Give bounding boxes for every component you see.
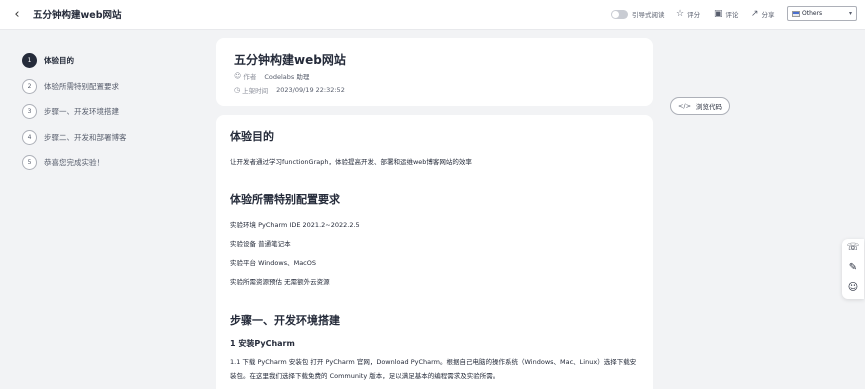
toc-label: 步骤一、开发环境搭建 — [44, 107, 119, 116]
chevron-down-icon: ▾ — [848, 10, 852, 17]
view-code-button[interactable]: </> 浏览代码 — [670, 97, 730, 115]
user-icon: ☺ — [234, 72, 242, 80]
time-meta: ◷ 上架时间 2023/09/19 22:32:52 — [234, 85, 345, 95]
toc-label: 体验所需特别配置要求 — [44, 82, 119, 91]
toggle-switch[interactable] — [611, 9, 628, 19]
toc-label: 步骤二、开发和部署博客 — [44, 133, 127, 142]
guided-reading-toggle[interactable]: 引导式阅读 — [611, 8, 665, 20]
toc-item-1[interactable]: 1 体验目的 — [22, 53, 74, 68]
toc-number: 1 — [22, 53, 37, 68]
section-title: 体验所需特别配置要求 — [230, 193, 340, 206]
view-code-label: 浏览代码 — [696, 103, 723, 111]
toc-number: 4 — [22, 130, 37, 145]
top-bar: ‹ 五分钟构建web网站 引导式阅读 ☆ 评分 ▣ 评论 ↗ 分享 Others… — [0, 0, 865, 30]
author-name[interactable]: Codelabs 助理 — [264, 71, 309, 81]
comment-icon: ▣ — [714, 9, 723, 19]
smiley-icon[interactable]: ☺ — [846, 281, 860, 295]
rating-button[interactable]: ☆ 评分 — [676, 8, 700, 20]
share-button[interactable]: ↗ 分享 — [751, 8, 775, 20]
paragraph: 实验平台 Windows、MacOS — [230, 259, 316, 267]
comments-label: 评论 — [725, 11, 739, 19]
clock-icon: ◷ — [234, 86, 241, 94]
toc-item-3[interactable]: 3 步骤一、开发环境搭建 — [22, 104, 119, 119]
pen-icon[interactable]: ✎ — [846, 261, 860, 275]
section-title: 步骤一、开发环境搭建 — [230, 314, 340, 327]
page-title: 五分钟构建web网站 — [33, 10, 122, 21]
rating-label: 评分 — [687, 11, 701, 19]
time-label: 上架时间 — [242, 87, 269, 95]
share-label: 分享 — [761, 11, 775, 19]
flag-icon — [792, 10, 800, 17]
article-header-card: 五分钟构建web网站 ☺ 作者 Codelabs 助理 ◷ 上架时间 2023/… — [216, 38, 653, 106]
toc-label: 恭喜您完成实验！ — [44, 158, 104, 167]
headset-icon[interactable]: ☏ — [846, 241, 860, 255]
code-icon: </> — [677, 102, 692, 110]
paragraph: 让开发者通过学习functionGraph，体验提高开发、部署和运维web博客网… — [230, 158, 472, 166]
share-icon: ↗ — [751, 9, 759, 19]
paragraph: 1.1 下载 PyCharm 安装包 打开 PyCharm 官网，Downloa… — [230, 358, 637, 380]
toc-number: 5 — [22, 155, 37, 170]
article-body-card: 体验目的 让开发者通过学习functionGraph，体验提高开发、部署和运维w… — [216, 115, 653, 389]
publish-time: 2023/09/19 22:32:52 — [276, 86, 345, 94]
section-title: 体验目的 — [230, 130, 274, 143]
subsection-title: 1 安装PyCharm — [230, 339, 295, 348]
toc-item-2[interactable]: 2 体验所需特别配置要求 — [22, 79, 119, 94]
paragraph: 实验设备 普通笔记本 — [230, 240, 291, 248]
toc-item-4[interactable]: 4 步骤二、开发和部署博客 — [22, 130, 127, 145]
article-title: 五分钟构建web网站 — [234, 53, 346, 67]
paragraph: 实验环境 PyCharm IDE 2021.2~2022.2.5 — [230, 221, 360, 229]
language-select[interactable]: Others ▾ — [787, 6, 857, 21]
guided-reading-label: 引导式阅读 — [632, 11, 665, 19]
chevron-left-icon[interactable]: ‹ — [9, 7, 25, 23]
side-toolbar: ☏ ✎ ☺ — [842, 239, 864, 299]
toc-number: 3 — [22, 104, 37, 119]
author-meta: ☺ 作者 Codelabs 助理 — [234, 71, 309, 81]
star-icon: ☆ — [676, 9, 685, 19]
toc-item-5[interactable]: 5 恭喜您完成实验！ — [22, 155, 104, 170]
author-label: 作者 — [243, 73, 257, 81]
paragraph: 实验所需资源预估 无需额外云资源 — [230, 278, 330, 286]
toc-label: 体验目的 — [44, 56, 74, 65]
toc-number: 2 — [22, 79, 37, 94]
comments-button[interactable]: ▣ 评论 — [714, 8, 739, 20]
language-value: Others — [802, 10, 823, 17]
